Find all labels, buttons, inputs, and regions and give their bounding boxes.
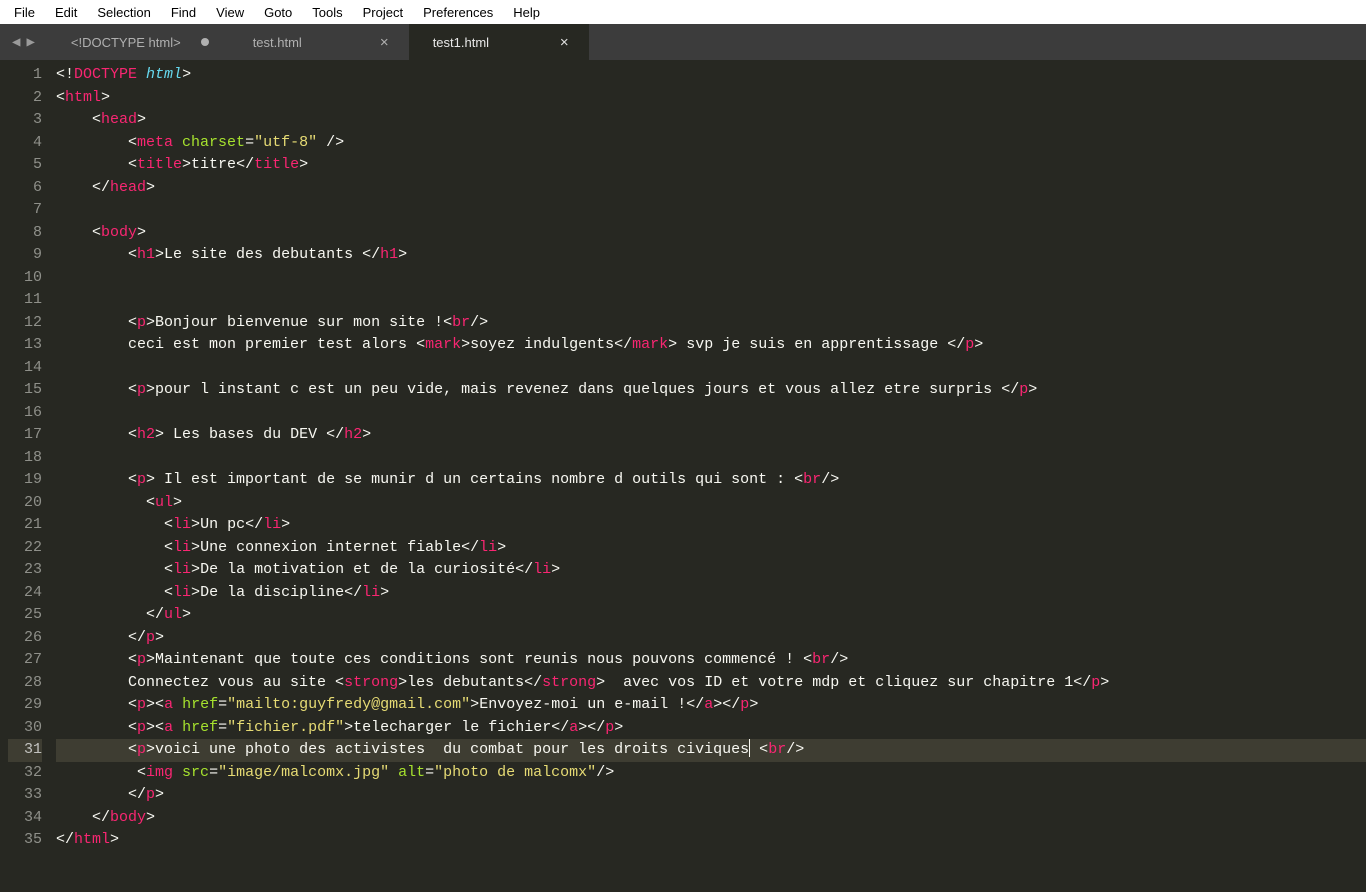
- line-number: 33: [8, 784, 42, 807]
- code-line: [56, 447, 1366, 470]
- code-line: <h1>Le site des debutants </h1>: [56, 244, 1366, 267]
- line-number: 28: [8, 672, 42, 695]
- tab[interactable]: test1.html ×: [409, 24, 589, 60]
- menu-preferences[interactable]: Preferences: [413, 3, 503, 22]
- code-line: <p> Il est important de se munir d un ce…: [56, 469, 1366, 492]
- menu-bar: FileEditSelectionFindViewGotoToolsProjec…: [0, 0, 1366, 24]
- code-line: <p><a href="fichier.pdf">telecharger le …: [56, 717, 1366, 740]
- code-line: <ul>: [56, 492, 1366, 515]
- line-number: 14: [8, 357, 42, 380]
- code-line: <html>: [56, 87, 1366, 110]
- line-number: 35: [8, 829, 42, 852]
- line-number: 13: [8, 334, 42, 357]
- line-number: 2: [8, 87, 42, 110]
- line-number: 29: [8, 694, 42, 717]
- line-number: 19: [8, 469, 42, 492]
- line-number: 3: [8, 109, 42, 132]
- line-number: 12: [8, 312, 42, 335]
- code-line: <p>Maintenant que toute ces conditions s…: [56, 649, 1366, 672]
- tab-label: <!DOCTYPE html>: [71, 35, 181, 50]
- code-line: <p>Bonjour bienvenue sur mon site !<br/>: [56, 312, 1366, 335]
- code-line: <li>Une connexion internet fiable</li>: [56, 537, 1366, 560]
- nav-back-icon[interactable]: ◀: [12, 34, 20, 51]
- tab[interactable]: <!DOCTYPE html>: [47, 24, 229, 60]
- menu-goto[interactable]: Goto: [254, 3, 302, 22]
- code-line: <body>: [56, 222, 1366, 245]
- line-number: 21: [8, 514, 42, 537]
- line-number: 30: [8, 717, 42, 740]
- line-number: 22: [8, 537, 42, 560]
- code-line: <li>De la discipline</li>: [56, 582, 1366, 605]
- code-line: </body>: [56, 807, 1366, 830]
- nav-forward-icon[interactable]: ▶: [26, 34, 34, 51]
- code-line: <meta charset="utf-8" />: [56, 132, 1366, 155]
- code-line: [56, 199, 1366, 222]
- code-line: <img src="image/malcomx.jpg" alt="photo …: [56, 762, 1366, 785]
- line-number: 20: [8, 492, 42, 515]
- menu-find[interactable]: Find: [161, 3, 206, 22]
- line-number: 17: [8, 424, 42, 447]
- code-line: </head>: [56, 177, 1366, 200]
- tab-label: test1.html: [433, 35, 489, 50]
- line-gutter: 1234567891011121314151617181920212223242…: [0, 60, 56, 892]
- menu-view[interactable]: View: [206, 3, 254, 22]
- code-line: <li>Un pc</li>: [56, 514, 1366, 537]
- menu-project[interactable]: Project: [353, 3, 413, 22]
- line-number: 8: [8, 222, 42, 245]
- code-line: </html>: [56, 829, 1366, 852]
- line-number: 18: [8, 447, 42, 470]
- line-number: 10: [8, 267, 42, 290]
- line-number: 27: [8, 649, 42, 672]
- line-number: 34: [8, 807, 42, 830]
- line-number: 5: [8, 154, 42, 177]
- menu-edit[interactable]: Edit: [45, 3, 87, 22]
- tab[interactable]: test.html ×: [229, 24, 409, 60]
- line-number: 16: [8, 402, 42, 425]
- code-line: [56, 289, 1366, 312]
- code-line: </p>: [56, 784, 1366, 807]
- tab-label: test.html: [253, 35, 302, 50]
- code-line: Connectez vous au site <strong>les debut…: [56, 672, 1366, 695]
- line-number: 26: [8, 627, 42, 650]
- line-number: 23: [8, 559, 42, 582]
- menu-selection[interactable]: Selection: [87, 3, 160, 22]
- dirty-indicator-icon: [201, 38, 209, 46]
- code-line: [56, 357, 1366, 380]
- code-line: <p>pour l instant c est un peu vide, mai…: [56, 379, 1366, 402]
- tab-bar: ◀ ▶ <!DOCTYPE html> test.html × test1.html ×: [0, 24, 1366, 60]
- code-line: <p>voici une photo des activistes du com…: [56, 739, 1366, 762]
- line-number: 15: [8, 379, 42, 402]
- code-area[interactable]: <!DOCTYPE html><html> <head> <meta chars…: [56, 60, 1366, 892]
- line-number: 1: [8, 64, 42, 87]
- code-line: [56, 402, 1366, 425]
- code-line: <head>: [56, 109, 1366, 132]
- line-number: 7: [8, 199, 42, 222]
- code-line: <li>De la motivation et de la curiosité<…: [56, 559, 1366, 582]
- code-line: </ul>: [56, 604, 1366, 627]
- line-number: 32: [8, 762, 42, 785]
- code-line: <!DOCTYPE html>: [56, 64, 1366, 87]
- line-number: 11: [8, 289, 42, 312]
- line-number: 9: [8, 244, 42, 267]
- line-number: 25: [8, 604, 42, 627]
- menu-help[interactable]: Help: [503, 3, 550, 22]
- code-line: [56, 267, 1366, 290]
- code-line: </p>: [56, 627, 1366, 650]
- close-icon[interactable]: ×: [380, 34, 389, 51]
- menu-tools[interactable]: Tools: [302, 3, 352, 22]
- code-line: ceci est mon premier test alors <mark>so…: [56, 334, 1366, 357]
- line-number: 6: [8, 177, 42, 200]
- code-line: <title>titre</title>: [56, 154, 1366, 177]
- line-number: 4: [8, 132, 42, 155]
- menu-file[interactable]: File: [4, 3, 45, 22]
- editor: 1234567891011121314151617181920212223242…: [0, 60, 1366, 892]
- tabs-container: <!DOCTYPE html> test.html × test1.html ×: [47, 24, 589, 60]
- tab-nav: ◀ ▶: [0, 24, 47, 60]
- line-number: 31: [8, 739, 42, 762]
- line-number: 24: [8, 582, 42, 605]
- code-line: <h2> Les bases du DEV </h2>: [56, 424, 1366, 447]
- code-line: <p><a href="mailto:guyfredy@gmail.com">E…: [56, 694, 1366, 717]
- close-icon[interactable]: ×: [560, 34, 569, 51]
